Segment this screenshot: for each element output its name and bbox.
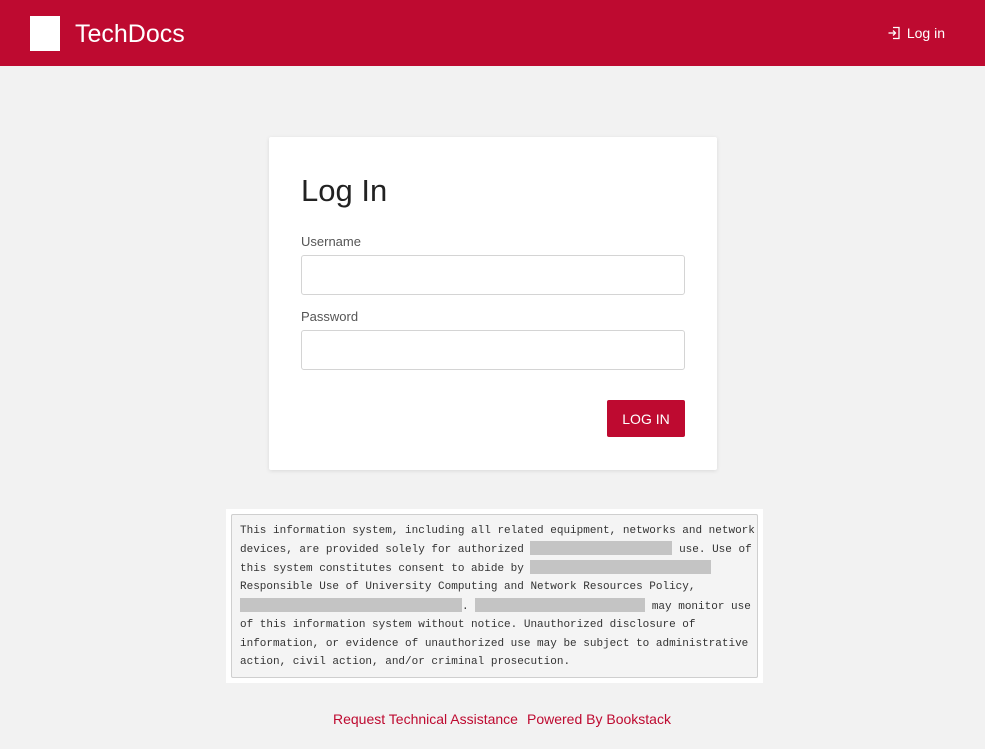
password-input[interactable] bbox=[301, 330, 685, 370]
notice-line: of this information system without notic… bbox=[240, 619, 696, 631]
notice-text: this system constitutes consent to abide… bbox=[240, 563, 524, 575]
login-card: Log In Username Password LOG IN bbox=[269, 137, 717, 470]
header-login-link[interactable]: Log in bbox=[887, 22, 945, 44]
notice-line: . may monitor use bbox=[240, 598, 751, 614]
header-login-label: Log in bbox=[906, 25, 945, 41]
notice-text: . bbox=[462, 601, 469, 613]
notice-text: may monitor use bbox=[651, 601, 751, 613]
notice-text: devices, are provided solely for authori… bbox=[240, 544, 524, 556]
site-name[interactable]: TechDocs bbox=[75, 18, 185, 50]
request-assistance-link[interactable]: Request Technical Assistance bbox=[333, 710, 518, 728]
site-logo[interactable] bbox=[30, 16, 60, 51]
login-icon bbox=[887, 26, 901, 40]
login-submit-button[interactable]: LOG IN bbox=[607, 400, 685, 437]
notice-line: Responsible Use of University Computing … bbox=[240, 581, 696, 593]
notice-line: This information system, including all r… bbox=[240, 525, 755, 537]
password-label: Password bbox=[301, 309, 359, 324]
login-title: Log In bbox=[301, 173, 388, 208]
username-input[interactable] bbox=[301, 255, 685, 295]
notice-line: action, civil action, and/or criminal pr… bbox=[240, 656, 571, 668]
powered-by-link[interactable]: Powered By Bookstack bbox=[527, 710, 671, 728]
top-header: TechDocs Log in bbox=[0, 0, 985, 66]
redacted-text bbox=[530, 541, 673, 555]
notice-line: this system constitutes consent to abide… bbox=[240, 560, 712, 576]
notice-container: This information system, including all r… bbox=[226, 509, 763, 683]
notice-text: use. Use of bbox=[679, 544, 752, 556]
redacted-text bbox=[240, 598, 462, 612]
notice-line: information, or evidence of unauthorized… bbox=[240, 638, 749, 650]
redacted-text bbox=[530, 560, 712, 574]
redacted-text bbox=[475, 598, 646, 612]
username-label: Username bbox=[301, 234, 361, 249]
notice-line: devices, are provided solely for authori… bbox=[240, 541, 752, 557]
usage-notice[interactable]: This information system, including all r… bbox=[231, 514, 758, 678]
